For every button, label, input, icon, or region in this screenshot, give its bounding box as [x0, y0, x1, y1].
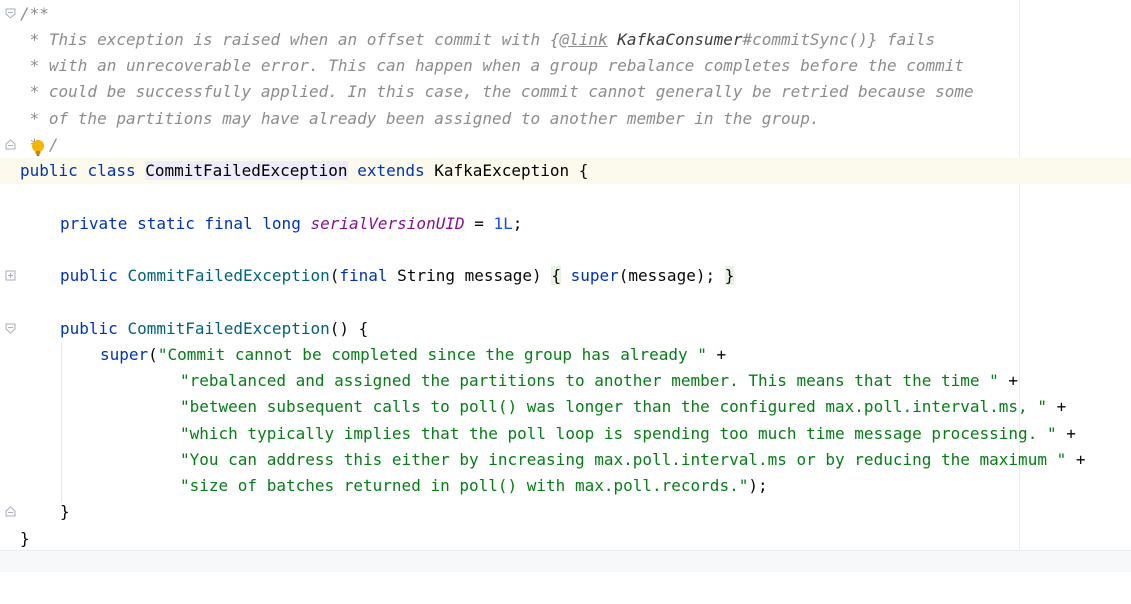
string-literal: "between subsequent calls to poll() was … — [180, 397, 1047, 416]
code-line-21: } — [0, 526, 1131, 552]
comment-open: /** — [20, 4, 49, 23]
comment-text: * with an unrecoverable error. This can … — [20, 56, 965, 75]
keyword-class: class — [87, 161, 136, 180]
field-modifiers: private static final long — [60, 214, 301, 233]
code-line-14: super("Commit cannot be completed since … — [100, 345, 727, 364]
constructor-close-brace: } — [60, 502, 70, 521]
comment-brace: } — [867, 30, 878, 49]
code-line-6: *x/ — [0, 132, 1131, 158]
comment-text: * of the partitions may have already bee… — [20, 109, 820, 128]
keyword-public: public — [60, 319, 118, 338]
string-literal: "Commit cannot be completed since the gr… — [157, 345, 707, 364]
keyword-public: public — [20, 161, 78, 180]
keyword-super: super — [570, 266, 619, 285]
class-close-brace: } — [20, 529, 30, 548]
code-line-13: public CommitFailedException() { — [0, 316, 1131, 342]
fold-expand-end-icon[interactable] — [5, 139, 16, 150]
constructor-name[interactable]: CommitFailedException — [127, 319, 329, 338]
super-call: (message); — [618, 266, 716, 285]
class-name[interactable]: CommitFailedException — [145, 161, 348, 180]
code-line-2: * This exception is raised when an offse… — [0, 27, 1131, 53]
keyword-super: super — [100, 345, 149, 364]
string-literal: "size of batches returned in poll() with… — [180, 476, 749, 495]
string-literal: "You can address this either by increasi… — [180, 450, 1067, 469]
code-line-7: public class CommitFailedException exten… — [0, 158, 1131, 184]
comment-close: / — [48, 135, 59, 154]
keyword-final: final — [339, 266, 388, 285]
code-line-1: /** — [0, 1, 1131, 27]
string-literal: "which typically implies that the poll l… — [180, 424, 1057, 443]
comment-text: fails — [877, 30, 936, 49]
javadoc-link-method[interactable]: #commitSync() — [743, 30, 868, 49]
constructor-name[interactable]: CommitFailedException — [127, 266, 329, 285]
string-literal: "rebalanced and assigned the partitions … — [180, 371, 999, 390]
fold-collapse-icon[interactable] — [5, 8, 16, 19]
javadoc-link-tag[interactable]: @link — [559, 30, 607, 49]
keyword-extends: extends — [357, 161, 425, 180]
lightbulb-intention-icon[interactable] — [31, 139, 47, 157]
code-line-11: public CommitFailedException(final Strin… — [0, 263, 1131, 289]
keyword-public: public — [60, 266, 118, 285]
code-editor[interactable]: /** * This exception is raised when an o… — [0, 0, 1131, 550]
code-line-17: "which typically implies that the poll l… — [180, 424, 1076, 443]
comment-brace: { — [549, 30, 560, 49]
code-line-3: * with an unrecoverable error. This can … — [0, 53, 1131, 79]
code-line-20: } — [0, 499, 1131, 525]
field-name[interactable]: serialVersionUID — [310, 214, 464, 233]
code-line-5: * of the partitions may have already bee… — [0, 106, 1131, 132]
code-line-15: "rebalanced and assigned the partitions … — [180, 371, 1019, 390]
fold-collapse-icon[interactable] — [5, 323, 16, 334]
class-open-brace: { — [578, 161, 589, 180]
comment-text: * could be successfully applied. In this… — [20, 82, 974, 101]
fold-expand-end-icon[interactable] — [5, 506, 16, 517]
parent-class-name[interactable]: KafkaException — [434, 161, 569, 180]
fold-expand-icon[interactable] — [5, 270, 16, 281]
folded-body-brace[interactable]: } — [724, 266, 735, 285]
parameter-list: String message) — [387, 266, 542, 285]
code-line-19: "size of batches returned in poll() with… — [180, 476, 768, 495]
constructor-signature: () { — [329, 319, 369, 338]
javadoc-link-class[interactable]: KafkaConsumer — [617, 30, 742, 49]
comment-text: * This exception is raised when an offse… — [20, 30, 550, 49]
horizontal-scrollbar-area[interactable] — [0, 550, 1131, 572]
code-line-9: private static final long serialVersionU… — [60, 214, 523, 233]
code-line-4: * could be successfully applied. In this… — [0, 79, 1131, 105]
code-line-16: "between subsequent calls to poll() was … — [180, 397, 1067, 416]
field-value: 1L — [493, 214, 513, 233]
folded-body-brace[interactable]: { — [551, 266, 561, 285]
code-line-18: "You can address this either by increasi… — [180, 450, 1086, 469]
